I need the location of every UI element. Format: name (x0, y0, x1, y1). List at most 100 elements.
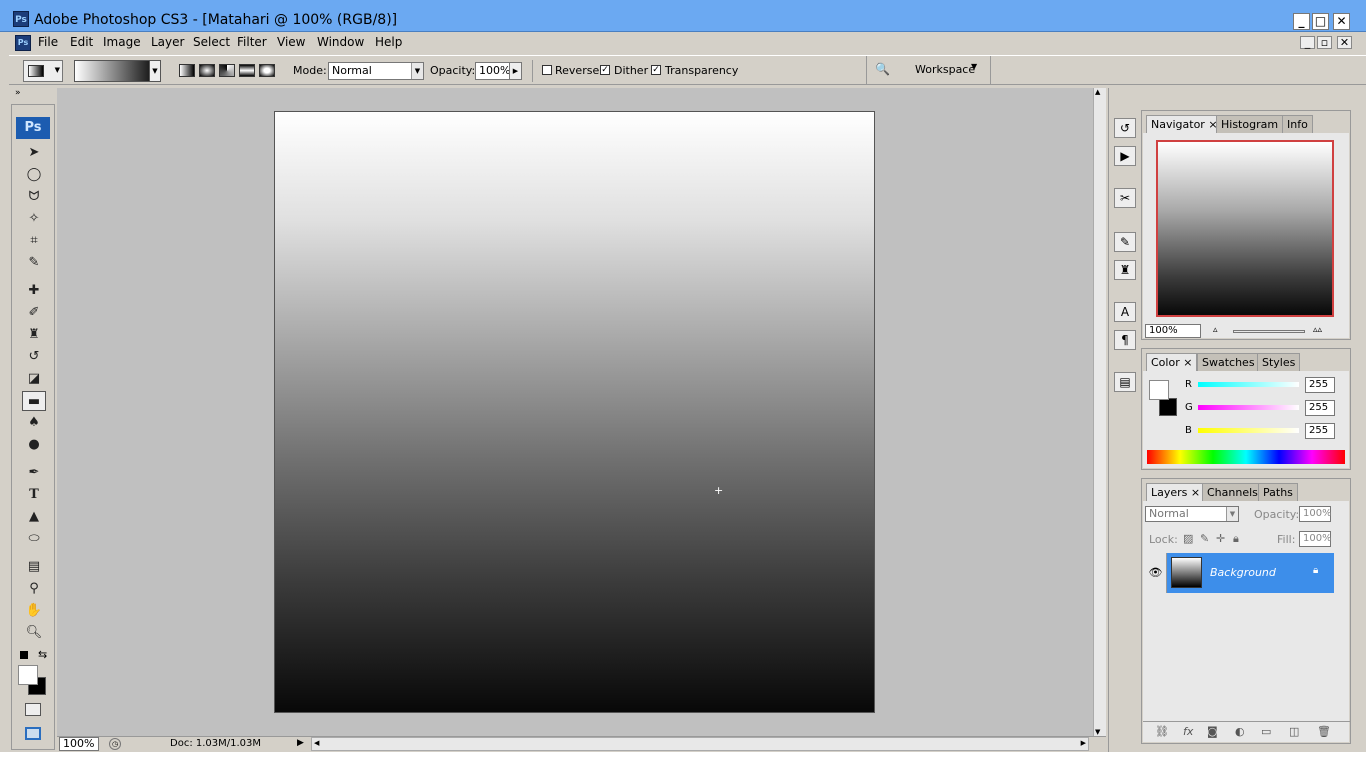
tab-info[interactable]: Info (1282, 115, 1313, 133)
opacity-slider-button[interactable]: ▶ (509, 62, 522, 80)
new-layer-icon[interactable]: ◫ (1289, 725, 1299, 738)
color-spectrum-bar[interactable] (1147, 450, 1345, 464)
dither-checkbox[interactable]: ✓ (600, 65, 610, 75)
marquee-tool-icon[interactable]: ◯ (22, 165, 46, 185)
mode-select[interactable]: Normal ▼ (328, 62, 424, 80)
tool-preset-picker[interactable]: ▼ (23, 60, 63, 82)
workspace-button[interactable]: Workspace (915, 63, 975, 76)
eraser-tool-icon[interactable]: ◪ (22, 369, 46, 389)
healing-brush-tool-icon[interactable]: ✚ (22, 281, 46, 301)
menu-image[interactable]: Image (103, 35, 141, 49)
gradient-dropdown-button[interactable]: ▼ (149, 60, 161, 82)
doc-minimize-button[interactable]: _ (1300, 36, 1315, 49)
bridge-icon[interactable]: 🔍 (875, 62, 897, 78)
green-slider[interactable] (1198, 405, 1299, 410)
tab-color[interactable]: Color × (1146, 353, 1198, 371)
slice-tool-icon[interactable]: ✎ (22, 253, 46, 273)
radial-gradient-icon[interactable] (199, 64, 215, 77)
layer-mask-icon[interactable]: ◙ (1207, 725, 1218, 738)
menu-help[interactable]: Help (375, 35, 402, 49)
tab-navigator[interactable]: Navigator × (1146, 115, 1223, 133)
tab-histogram[interactable]: Histogram (1216, 115, 1284, 133)
clone-source-panel-icon[interactable]: ♜ (1114, 260, 1136, 280)
blend-mode-select[interactable]: Normal ▼ (1145, 506, 1239, 522)
menu-edit[interactable]: Edit (70, 35, 93, 49)
zoom-level-input[interactable]: 100% (59, 737, 99, 751)
magic-wand-tool-icon[interactable]: ✧ (22, 209, 46, 229)
red-input[interactable]: 255 (1305, 377, 1335, 393)
eye-icon[interactable]: 👁︎ (1145, 553, 1167, 593)
tool-presets-panel-icon[interactable]: ✂ (1114, 188, 1136, 208)
clone-stamp-tool-icon[interactable]: ♜ (22, 325, 46, 345)
diamond-gradient-icon[interactable] (259, 64, 275, 77)
doc-close-button[interactable]: ✕ (1337, 36, 1352, 49)
swap-colors-icon[interactable]: ⇆ (38, 648, 47, 661)
layer-comps-panel-icon[interactable]: ▤ (1114, 372, 1136, 392)
tab-paths[interactable]: Paths (1258, 483, 1298, 501)
gradient-picker[interactable] (74, 60, 160, 82)
hand-tool-icon[interactable]: ✋ (22, 601, 46, 621)
zoom-out-icon[interactable]: ▵ (1213, 325, 1218, 335)
menu-window[interactable]: Window (317, 35, 364, 49)
doc-restore-button[interactable]: ▫ (1317, 36, 1332, 49)
paragraph-panel-icon[interactable]: ¶ (1114, 330, 1136, 350)
history-brush-tool-icon[interactable]: ↺ (22, 347, 46, 367)
menu-filter[interactable]: Filter (237, 35, 267, 49)
pen-tool-icon[interactable]: ✒ (22, 463, 46, 483)
eyedropper-tool-icon[interactable]: ⚲ (22, 579, 46, 599)
shape-tool-icon[interactable]: ⬭ (22, 529, 46, 549)
actions-panel-icon[interactable]: ▶ (1114, 146, 1136, 166)
blur-tool-icon[interactable]: ♠ (22, 413, 46, 433)
crop-tool-icon[interactable]: ⌗ (22, 231, 46, 251)
quick-mask-icon[interactable] (25, 703, 41, 716)
blue-slider[interactable] (1198, 428, 1299, 433)
menu-view[interactable]: View (277, 35, 305, 49)
notes-tool-icon[interactable]: ▤ (22, 557, 46, 577)
history-panel-icon[interactable]: ↺ (1114, 118, 1136, 138)
ps-logo[interactable]: Ps (16, 117, 50, 139)
layer-row-background[interactable]: Background 🔒︎ (1167, 553, 1334, 593)
foreground-color-swatch[interactable] (1149, 380, 1169, 400)
minimize-button[interactable]: _ (1293, 13, 1310, 30)
foreground-color-swatch[interactable] (18, 665, 38, 685)
document-icon[interactable]: Ps (15, 35, 31, 51)
delete-layer-icon[interactable]: 🗑︎ (1317, 725, 1331, 738)
brushes-panel-icon[interactable]: ✎ (1114, 232, 1136, 252)
blue-input[interactable]: 255 (1305, 423, 1335, 439)
linear-gradient-icon[interactable] (179, 64, 195, 77)
scroll-down-icon[interactable]: ▼ (1095, 728, 1100, 736)
menu-layer[interactable]: Layer (151, 35, 184, 49)
background-color-swatch[interactable] (1159, 398, 1177, 416)
menu-file[interactable]: File (38, 35, 58, 49)
green-input[interactable]: 255 (1305, 400, 1335, 416)
angle-gradient-icon[interactable] (219, 64, 235, 77)
chevron-down-icon[interactable]: ▼ (971, 62, 977, 71)
zoom-slider[interactable] (1233, 330, 1305, 333)
layer-style-icon[interactable]: fx (1183, 725, 1193, 738)
scroll-up-icon[interactable]: ▲ (1095, 88, 1100, 96)
navigator-preview[interactable] (1156, 140, 1334, 317)
status-icon[interactable]: ◷ (109, 738, 121, 750)
reverse-checkbox[interactable] (542, 65, 552, 75)
tab-swatches[interactable]: Swatches (1197, 353, 1260, 371)
menu-select[interactable]: Select (193, 35, 230, 49)
status-menu-arrow-icon[interactable]: ▶ (297, 738, 304, 748)
toolbox-collapse[interactable]: » (11, 88, 55, 104)
move-tool-icon[interactable]: ➤ (22, 143, 46, 163)
path-selection-tool-icon[interactable]: ▲ (22, 507, 46, 527)
tab-channels[interactable]: Channels (1202, 483, 1263, 501)
lock-transparent-icon[interactable]: ▨ (1183, 532, 1193, 545)
horizontal-scrollbar[interactable]: ◀ ▶ (311, 737, 1089, 751)
tab-styles[interactable]: Styles (1257, 353, 1301, 371)
lock-all-icon[interactable]: 🔒︎ (1233, 532, 1239, 546)
brush-tool-icon[interactable]: ✐ (22, 303, 46, 323)
zoom-in-icon[interactable]: ▵▵ (1313, 325, 1322, 335)
lasso-tool-icon[interactable]: ᗢ (22, 187, 46, 207)
new-group-icon[interactable]: ▭ (1261, 725, 1271, 738)
character-panel-icon[interactable]: A (1114, 302, 1136, 322)
scroll-left-icon[interactable]: ◀ (314, 739, 319, 747)
navigator-zoom-input[interactable]: 100% (1145, 324, 1201, 338)
scroll-right-icon[interactable]: ▶ (1081, 739, 1086, 747)
screen-mode-icon[interactable] (25, 727, 41, 740)
default-colors-icon[interactable] (20, 651, 28, 659)
